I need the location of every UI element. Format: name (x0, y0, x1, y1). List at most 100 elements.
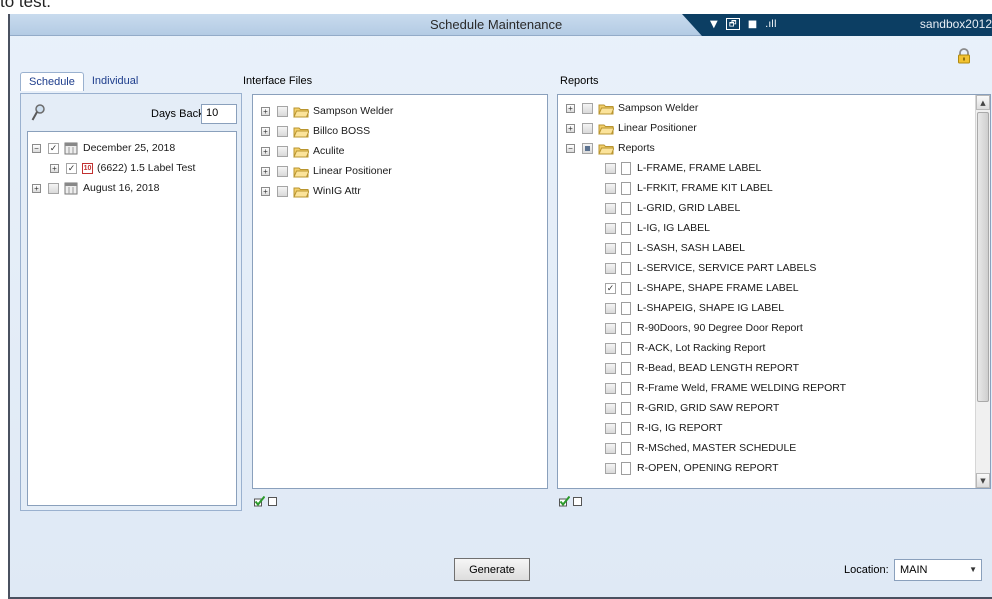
expand-icon[interactable]: + (50, 163, 59, 173)
checkbox[interactable] (605, 202, 616, 214)
checkbox[interactable] (605, 402, 616, 414)
report-item[interactable]: L-IG, IG LABEL (558, 218, 990, 238)
dropdown-icon[interactable]: ▼ (710, 19, 718, 30)
report-item[interactable]: R-IG, IG REPORT (558, 418, 990, 438)
checkbox[interactable] (48, 182, 59, 194)
document-icon (621, 441, 631, 455)
checkbox[interactable] (605, 322, 616, 334)
interface-item[interactable]: + Linear Positioner (253, 161, 547, 181)
location-value: MAIN (900, 564, 928, 576)
collapse-icon[interactable]: − (566, 143, 575, 153)
restore-icon[interactable]: 🗗 (725, 18, 740, 30)
report-item-label: L-SASH, SASH LABEL (637, 242, 745, 254)
report-item[interactable]: L-SASH, SASH LABEL (558, 238, 990, 258)
report-item[interactable]: L-FRKIT, FRAME KIT LABEL (558, 178, 990, 198)
report-item[interactable]: L-FRAME, FRAME LABEL (558, 158, 990, 178)
window-controls: ▼ 🗗 ■ .ıll (710, 14, 777, 34)
search-icon[interactable] (31, 104, 45, 122)
tab-schedule[interactable]: Schedule (20, 72, 84, 91)
report-item[interactable]: R-Frame Weld, FRAME WELDING REPORT (558, 378, 990, 398)
uncheck-all-icon[interactable] (268, 497, 277, 506)
report-item-label: R-90Doors, 90 Degree Door Report (637, 322, 803, 334)
checkbox[interactable] (605, 262, 616, 274)
expand-icon[interactable]: + (261, 146, 270, 156)
document-icon (621, 201, 631, 215)
interface-item[interactable]: + Billco BOSS (253, 121, 547, 141)
checkbox[interactable] (605, 222, 616, 234)
report-item[interactable]: R-90Doors, 90 Degree Door Report (558, 318, 990, 338)
checkbox[interactable] (605, 462, 616, 474)
tree-row-december-25[interactable]: − ✓ December 25, 2018 (28, 138, 236, 158)
report-item[interactable]: ✓ L-SHAPE, SHAPE FRAME LABEL (558, 278, 990, 298)
checkbox[interactable]: ✓ (605, 282, 616, 294)
calendar-icon (64, 142, 78, 155)
checkbox[interactable] (605, 182, 616, 194)
uncheck-all-icon[interactable] (573, 497, 582, 506)
checkbox[interactable] (277, 145, 288, 157)
expand-icon[interactable]: + (566, 103, 575, 113)
interface-item[interactable]: + Aculite (253, 141, 547, 161)
location-select[interactable]: MAIN ▼ (894, 559, 982, 581)
scroll-up-icon[interactable]: ▲ (976, 95, 990, 110)
collapse-icon[interactable]: − (32, 143, 41, 153)
checkbox[interactable]: ✓ (66, 162, 77, 174)
reports-folder[interactable]: − Reports (558, 138, 990, 158)
expand-icon[interactable]: + (566, 123, 575, 133)
expand-icon[interactable]: + (261, 126, 270, 136)
expand-icon[interactable]: + (261, 106, 270, 116)
tab-individual[interactable]: Individual (84, 72, 146, 91)
days-back-input[interactable]: 10 (201, 104, 237, 124)
reports-folder[interactable]: + Linear Positioner (558, 118, 990, 138)
check-all-icon[interactable] (254, 496, 265, 507)
checkbox[interactable] (582, 142, 593, 154)
report-item-label: R-IG, IG REPORT (637, 422, 723, 434)
checkbox[interactable] (605, 242, 616, 254)
report-item[interactable]: R-Bead, BEAD LENGTH REPORT (558, 358, 990, 378)
expand-icon[interactable]: + (32, 183, 41, 193)
checkbox[interactable] (605, 302, 616, 314)
report-item[interactable]: R-GRID, GRID SAW REPORT (558, 398, 990, 418)
generate-button[interactable]: Generate (454, 558, 530, 581)
interface-item-label: Billco BOSS (313, 125, 371, 137)
report-item[interactable]: L-GRID, GRID LABEL (558, 198, 990, 218)
reports-scrollbar[interactable]: ▲ ▼ (975, 95, 990, 488)
checkbox[interactable] (277, 105, 288, 117)
reports-check-controls (559, 496, 582, 507)
checkbox[interactable] (582, 102, 593, 114)
report-item[interactable]: R-MSched, MASTER SCHEDULE (558, 438, 990, 458)
reports-folder[interactable]: + Sampson Welder (558, 98, 990, 118)
interface-item[interactable]: + Sampson Welder (253, 101, 547, 121)
chevron-down-icon[interactable]: ▼ (969, 565, 977, 574)
check-all-icon[interactable] (559, 496, 570, 507)
tree-row-august-16[interactable]: + August 16, 2018 (28, 178, 236, 198)
interface-item[interactable]: + WinIG Attr (253, 181, 547, 201)
checkbox[interactable] (605, 422, 616, 434)
checkbox[interactable]: ✓ (48, 142, 59, 154)
tree-row-label-test[interactable]: + ✓ 10 (6622) 1.5 Label Test (28, 158, 236, 178)
report-item-label: L-FRKIT, FRAME KIT LABEL (637, 182, 773, 194)
report-item[interactable]: R-ACK, Lot Racking Report (558, 338, 990, 358)
stop-icon[interactable]: ■ (748, 19, 757, 30)
report-item[interactable]: L-SERVICE, SERVICE PART LABELS (558, 258, 990, 278)
checkbox[interactable] (605, 382, 616, 394)
checkbox[interactable] (277, 185, 288, 197)
report-item[interactable]: R-OPEN, OPENING REPORT (558, 458, 990, 478)
checkbox[interactable] (605, 442, 616, 454)
checkbox[interactable] (277, 165, 288, 177)
expand-icon[interactable]: + (261, 166, 270, 176)
user-name: sandbox2012 (919, 17, 992, 31)
interface-item-label: Linear Positioner (313, 165, 392, 177)
report-item-label: L-FRAME, FRAME LABEL (637, 162, 762, 174)
interface-item-label: Sampson Welder (313, 105, 394, 117)
checkbox[interactable] (605, 362, 616, 374)
checkbox[interactable] (582, 122, 593, 134)
expand-icon[interactable]: + (261, 186, 270, 196)
scroll-down-icon[interactable]: ▼ (976, 473, 990, 488)
scroll-thumb[interactable] (977, 112, 989, 402)
document-text: to test. (0, 0, 52, 11)
checkbox[interactable] (605, 342, 616, 354)
checkbox[interactable] (277, 125, 288, 137)
checkbox[interactable] (605, 162, 616, 174)
lock-icon[interactable] (956, 48, 972, 64)
report-item[interactable]: L-SHAPEIG, SHAPE IG LABEL (558, 298, 990, 318)
